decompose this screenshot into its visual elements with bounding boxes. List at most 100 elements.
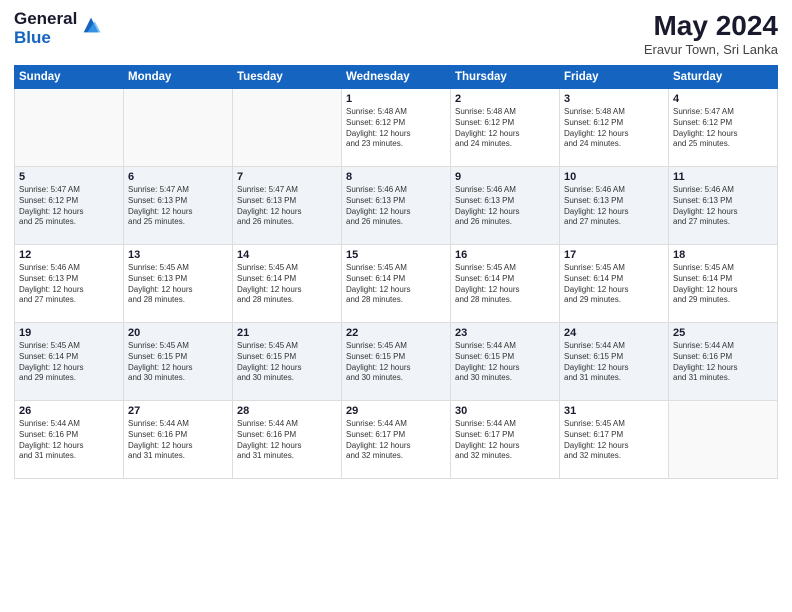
day-number: 4 <box>673 93 773 105</box>
calendar-cell: 15 Sunrise: 5:45 AM Sunset: 6:14 PM Dayli… <box>342 245 451 323</box>
day-number: 1 <box>346 93 446 105</box>
calendar-cell: 18Sunrise: 5:45 AM Sunset: 6:14 PM Dayli… <box>669 245 778 323</box>
calendar-cell: 5 Sunrise: 5:47 AM Sunset: 6:12 PM Daylig… <box>15 167 124 245</box>
day-number: 3 <box>564 93 664 105</box>
calendar-cell: 9Sunrise: 5:46 AM Sunset: 6:13 PM Daylig… <box>451 167 560 245</box>
month-title: May 2024 <box>644 10 778 42</box>
calendar-cell: 29 Sunrise: 5:44 AM Sunset: 6:17 PM Dayli… <box>342 401 451 479</box>
day-number: 14 <box>237 249 337 261</box>
day-info: Sunrise: 5:46 AM Sunset: 6:13 PM Dayligh… <box>673 185 773 228</box>
calendar-cell: 2Sunrise: 5:48 AM Sunset: 6:12 PM Daylig… <box>451 89 560 167</box>
calendar-cell: 30 Sunrise: 5:44 AM Sunset: 6:17 PM Dayli… <box>451 401 560 479</box>
day-number: 27 <box>128 405 228 417</box>
day-info: Sunrise: 5:45 AM Sunset: 6:15 PM Dayligh… <box>237 341 337 384</box>
weekday-row: SundayMondayTuesdayWednesdayThursdayFrid… <box>15 66 778 89</box>
day-number: 19 <box>19 327 119 339</box>
calendar-cell <box>669 401 778 479</box>
header: General Blue May 2024 Eravur Town, Sri L… <box>14 10 778 57</box>
day-number: 6 <box>128 171 228 183</box>
weekday-header-wednesday: Wednesday <box>342 66 451 89</box>
logo-text: General Blue <box>14 10 77 47</box>
day-info: Sunrise: 5:46 AM Sunset: 6:13 PM Dayligh… <box>564 185 664 228</box>
day-info: Sunrise: 5:47 AM Sunset: 6:13 PM Dayligh… <box>128 185 228 228</box>
day-info: Sunrise: 5:44 AM Sunset: 6:17 PM Dayligh… <box>346 419 446 462</box>
calendar-cell: 1Sunrise: 5:48 AM Sunset: 6:12 PM Daylig… <box>342 89 451 167</box>
day-info: Sunrise: 5:44 AM Sunset: 6:16 PM Dayligh… <box>128 419 228 462</box>
day-number: 2 <box>455 93 555 105</box>
weekday-header-tuesday: Tuesday <box>233 66 342 89</box>
day-number: 13 <box>128 249 228 261</box>
week-row-5: 26 Sunrise: 5:44 AM Sunset: 6:16 PM Dayli… <box>15 401 778 479</box>
day-info: Sunrise: 5:44 AM Sunset: 6:15 PM Dayligh… <box>564 341 664 384</box>
calendar-cell: 13Sunrise: 5:45 AM Sunset: 6:13 PM Dayli… <box>124 245 233 323</box>
weekday-header-monday: Monday <box>124 66 233 89</box>
weekday-header-sunday: Sunday <box>15 66 124 89</box>
day-number: 30 <box>455 405 555 417</box>
calendar-cell: 6 Sunrise: 5:47 AM Sunset: 6:13 PM Daylig… <box>124 167 233 245</box>
calendar-body: 1 Sunrise: 5:48 AM Sunset: 6:12 PM Daylig… <box>15 89 778 479</box>
day-info: Sunrise: 5:46 AM Sunset: 6:13 PM Dayligh… <box>346 185 446 228</box>
week-row-2: 5 Sunrise: 5:47 AM Sunset: 6:12 PM Daylig… <box>15 167 778 245</box>
calendar-cell: 16Sunrise: 5:45 AM Sunset: 6:14 PM Dayli… <box>451 245 560 323</box>
logo-icon <box>80 14 102 36</box>
day-number: 8 <box>346 171 446 183</box>
day-info: Sunrise: 5:44 AM Sunset: 6:15 PM Dayligh… <box>455 341 555 384</box>
day-number: 25 <box>673 327 773 339</box>
calendar-cell: 7 Sunrise: 5:47 AM Sunset: 6:13 PM Daylig… <box>233 167 342 245</box>
calendar-cell: 12Sunrise: 5:46 AM Sunset: 6:13 PM Dayli… <box>15 245 124 323</box>
logo-blue: Blue <box>14 29 77 48</box>
week-row-1: 1 Sunrise: 5:48 AM Sunset: 6:12 PM Daylig… <box>15 89 778 167</box>
day-number: 12 <box>19 249 119 261</box>
calendar-cell: 8 Sunrise: 5:46 AM Sunset: 6:13 PM Daylig… <box>342 167 451 245</box>
week-row-4: 19 Sunrise: 5:45 AM Sunset: 6:14 PM Dayli… <box>15 323 778 401</box>
day-number: 16 <box>455 249 555 261</box>
day-info: Sunrise: 5:45 AM Sunset: 6:14 PM Dayligh… <box>564 263 664 306</box>
calendar-cell: 31 Sunrise: 5:45 AM Sunset: 6:17 PM Dayli… <box>560 401 669 479</box>
day-info: Sunrise: 5:44 AM Sunset: 6:16 PM Dayligh… <box>19 419 119 462</box>
title-block: May 2024 Eravur Town, Sri Lanka <box>644 10 778 57</box>
day-number: 31 <box>564 405 664 417</box>
calendar-cell: 25Sunrise: 5:44 AM Sunset: 6:16 PM Dayli… <box>669 323 778 401</box>
calendar-cell: 14 Sunrise: 5:45 AM Sunset: 6:14 PM Dayli… <box>233 245 342 323</box>
day-number: 15 <box>346 249 446 261</box>
week-row-3: 12Sunrise: 5:46 AM Sunset: 6:13 PM Dayli… <box>15 245 778 323</box>
weekday-header-thursday: Thursday <box>451 66 560 89</box>
day-number: 28 <box>237 405 337 417</box>
day-number: 21 <box>237 327 337 339</box>
day-info: Sunrise: 5:47 AM Sunset: 6:12 PM Dayligh… <box>673 107 773 150</box>
day-info: Sunrise: 5:45 AM Sunset: 6:17 PM Dayligh… <box>564 419 664 462</box>
logo-general: General <box>14 10 77 29</box>
day-info: Sunrise: 5:48 AM Sunset: 6:12 PM Dayligh… <box>564 107 664 150</box>
day-number: 9 <box>455 171 555 183</box>
calendar-cell: 22Sunrise: 5:45 AM Sunset: 6:15 PM Dayli… <box>342 323 451 401</box>
day-number: 29 <box>346 405 446 417</box>
calendar-cell: 17Sunrise: 5:45 AM Sunset: 6:14 PM Dayli… <box>560 245 669 323</box>
day-info: Sunrise: 5:44 AM Sunset: 6:16 PM Dayligh… <box>237 419 337 462</box>
calendar-cell <box>124 89 233 167</box>
day-info: Sunrise: 5:47 AM Sunset: 6:13 PM Dayligh… <box>237 185 337 228</box>
calendar-cell: 3 Sunrise: 5:48 AM Sunset: 6:12 PM Daylig… <box>560 89 669 167</box>
day-number: 7 <box>237 171 337 183</box>
day-number: 22 <box>346 327 446 339</box>
calendar-table: SundayMondayTuesdayWednesdayThursdayFrid… <box>14 65 778 479</box>
day-number: 26 <box>19 405 119 417</box>
calendar-cell: 23 Sunrise: 5:44 AM Sunset: 6:15 PM Dayli… <box>451 323 560 401</box>
day-info: Sunrise: 5:45 AM Sunset: 6:14 PM Dayligh… <box>346 263 446 306</box>
location: Eravur Town, Sri Lanka <box>644 42 778 57</box>
day-info: Sunrise: 5:45 AM Sunset: 6:14 PM Dayligh… <box>19 341 119 384</box>
logo: General Blue <box>14 10 102 47</box>
calendar-cell: 11Sunrise: 5:46 AM Sunset: 6:13 PM Dayli… <box>669 167 778 245</box>
day-info: Sunrise: 5:45 AM Sunset: 6:14 PM Dayligh… <box>237 263 337 306</box>
calendar-cell: 19 Sunrise: 5:45 AM Sunset: 6:14 PM Dayli… <box>15 323 124 401</box>
day-info: Sunrise: 5:47 AM Sunset: 6:12 PM Dayligh… <box>19 185 119 228</box>
day-number: 23 <box>455 327 555 339</box>
calendar-cell: 28 Sunrise: 5:44 AM Sunset: 6:16 PM Dayli… <box>233 401 342 479</box>
calendar-cell: 27 Sunrise: 5:44 AM Sunset: 6:16 PM Dayli… <box>124 401 233 479</box>
weekday-header-friday: Friday <box>560 66 669 89</box>
day-number: 5 <box>19 171 119 183</box>
calendar-cell: 20Sunrise: 5:45 AM Sunset: 6:15 PM Dayli… <box>124 323 233 401</box>
day-number: 24 <box>564 327 664 339</box>
weekday-header-saturday: Saturday <box>669 66 778 89</box>
day-info: Sunrise: 5:44 AM Sunset: 6:17 PM Dayligh… <box>455 419 555 462</box>
calendar-cell: 4 Sunrise: 5:47 AM Sunset: 6:12 PM Daylig… <box>669 89 778 167</box>
